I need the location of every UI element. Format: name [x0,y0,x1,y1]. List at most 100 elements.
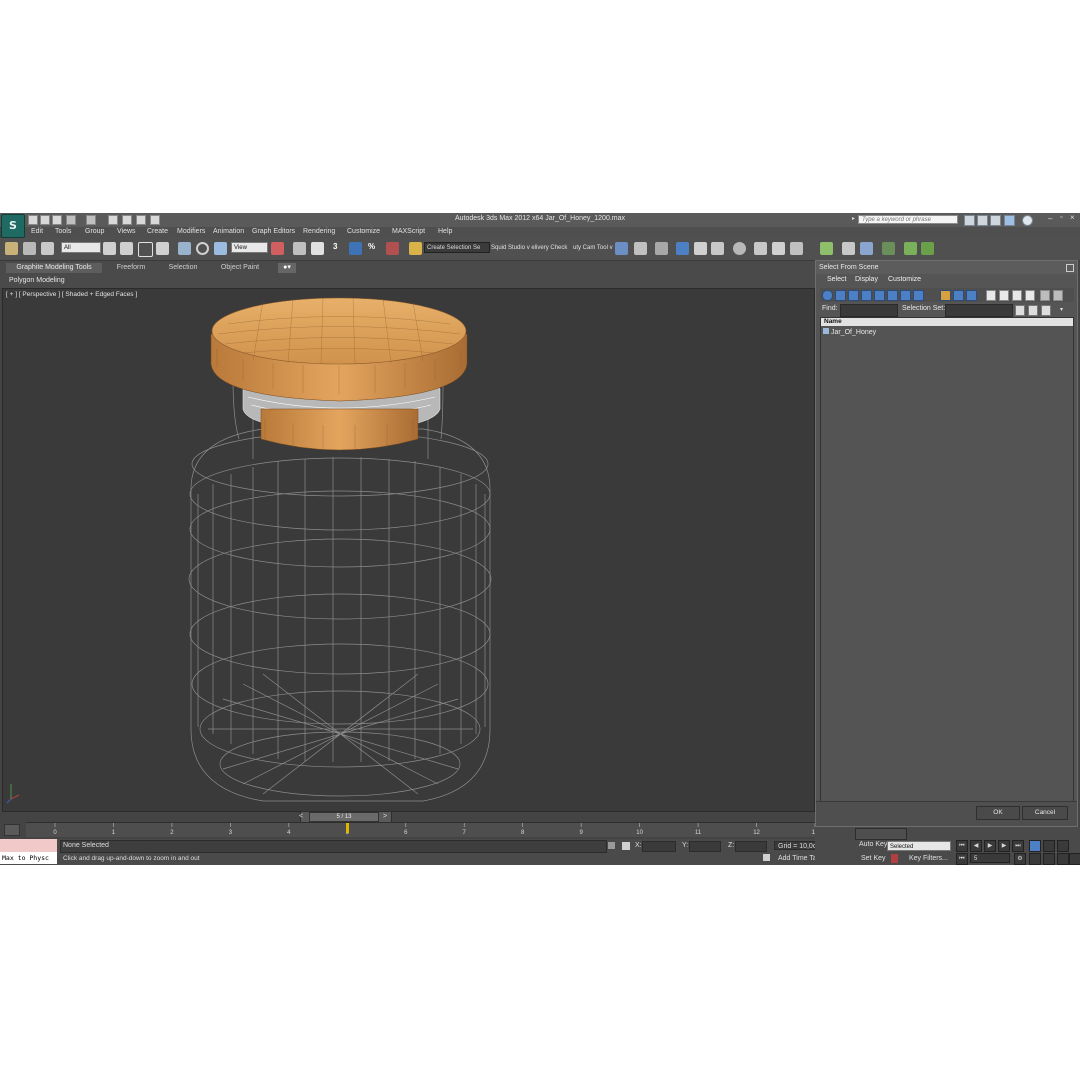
display-panel-icon[interactable] [904,242,917,255]
viewport-label[interactable]: [ + ] [ Perspective ] [ Shaded + Edged F… [6,291,137,298]
z-coordinate-field[interactable] [735,841,767,852]
menu-animation[interactable]: Animation [213,228,244,235]
mirror-icon[interactable] [615,242,628,255]
menu-group[interactable]: Group [85,228,104,235]
display-children-icon[interactable] [986,290,996,301]
restore-icon[interactable]: ▫ [1060,214,1062,221]
set-key-icon[interactable] [891,854,898,863]
perspective-viewport[interactable]: [ + ] [ Perspective ] [ Shaded + Edged F… [2,288,815,812]
filter-bones-icon[interactable] [940,290,951,301]
selection-filter-dropdown[interactable]: All [61,242,101,253]
current-frame-field[interactable]: 5 [970,853,1010,863]
edit-selection-set-icon[interactable] [1028,305,1038,316]
filter-lights-icon[interactable] [848,290,859,301]
window-crossing-icon[interactable] [156,242,169,255]
menu-create[interactable]: Create [147,228,168,235]
track-bar[interactable]: 012345678910111213 [26,822,816,837]
selection-lock-icon[interactable] [608,842,615,849]
menu-maxscript[interactable]: MAXScript [392,228,425,235]
cancel-button[interactable]: Cancel [1022,806,1068,820]
select-and-scale-icon[interactable] [214,242,227,255]
render-setup-icon[interactable] [754,242,767,255]
set-key-button[interactable]: Set Key [861,855,886,862]
reference-coordinate-dropdown[interactable]: View [231,242,268,253]
use-pivot-center-icon[interactable] [271,242,284,255]
help-icon[interactable] [1022,215,1033,226]
spinner-snap-icon[interactable] [386,242,399,255]
go-to-end-icon[interactable]: ⏭ [1012,840,1024,852]
x-coordinate-field[interactable] [642,841,676,852]
list-item[interactable]: Jar_Of_Honey [823,328,876,336]
scene-object-list[interactable]: Name Jar_Of_Honey [820,317,1074,802]
find-input[interactable] [840,304,898,317]
maxscript-listener-output[interactable] [0,839,57,852]
key-mode-toggle-icon[interactable]: ⏮ [956,853,968,865]
select-dependents-icon[interactable] [1012,290,1022,301]
maximize-viewport-icon[interactable] [1069,853,1080,865]
motion-panel-icon[interactable] [882,242,895,255]
absolute-mode-icon[interactable] [622,842,630,850]
menu-modifiers[interactable]: Modifiers [177,228,205,235]
time-configuration-icon[interactable]: ⚙ [1014,853,1026,865]
play-icon[interactable]: ▶ [984,840,996,852]
schematic-view-icon[interactable] [711,242,724,255]
search-arrow-icon[interactable]: ▸ [852,215,855,222]
hierarchy-panel-icon[interactable] [860,242,873,255]
menu-edit[interactable]: Edit [31,228,43,235]
time-slider-next[interactable]: > [383,813,387,820]
dialog-menu-customize[interactable]: Customize [888,276,921,283]
panel-polygon-modeling[interactable]: Polygon Modeling [9,277,65,284]
tab-selection[interactable]: Selection [160,263,206,273]
orbit-icon[interactable] [1057,853,1069,865]
curve-editor-icon[interactable] [694,242,707,255]
time-slider-thumb[interactable]: 5 / 13 [309,812,379,822]
y-coordinate-field[interactable] [689,841,721,852]
rectangular-selection-icon[interactable] [138,242,153,257]
dialog-menu-select[interactable]: Select [827,276,846,283]
jar-of-honey-model[interactable] [3,289,814,811]
snaps-toggle-icon[interactable]: 3 [333,242,337,251]
select-object-icon[interactable] [103,242,116,255]
filter-xrefs-icon[interactable] [913,290,924,301]
create-selection-set-icon[interactable] [1015,305,1025,316]
toolbar-expand-icon[interactable]: ▾ [1060,306,1063,313]
column-header-name[interactable]: Name [821,318,1073,326]
close-icon[interactable]: × [1070,213,1075,222]
edit-named-selection-icon[interactable] [409,242,422,255]
delete-selection-set-icon[interactable] [1041,305,1051,316]
select-by-name-icon[interactable] [120,242,133,255]
auto-key-button[interactable]: Auto Key [859,841,887,848]
filter-space-warps-icon[interactable] [887,290,898,301]
create-panel-icon[interactable] [820,242,833,255]
angle-snap-icon[interactable] [349,242,362,255]
minimize-icon[interactable]: – [1048,214,1052,223]
tab-freeform[interactable]: Freeform [108,263,154,273]
display-influences-icon[interactable] [999,290,1009,301]
next-frame-icon[interactable]: ▶ [998,840,1010,852]
bind-to-space-warp-icon[interactable] [41,242,54,255]
previous-frame-icon[interactable]: ◀ [970,840,982,852]
select-and-rotate-icon[interactable] [196,242,209,255]
menu-tools[interactable]: Tools [55,228,71,235]
filter-cameras-icon[interactable] [861,290,872,301]
ribbon-options-icon[interactable]: ●▾ [278,263,296,273]
filter-helpers-icon[interactable] [874,290,885,301]
menu-views[interactable]: Views [117,228,136,235]
render-production-icon[interactable] [790,242,803,255]
select-and-link-icon[interactable] [5,242,18,255]
layer-manager-icon[interactable] [655,242,668,255]
zoom-icon[interactable] [1029,840,1041,852]
zoom-all-icon[interactable] [1043,840,1055,852]
filter-funnel-icon[interactable] [1040,290,1050,301]
plugin-cam-tool[interactable]: uty Cam Tool v [573,245,613,251]
menu-help[interactable]: Help [438,228,452,235]
pan-view-icon[interactable] [1043,853,1055,865]
align-icon[interactable] [634,242,647,255]
tools-icon[interactable] [977,215,988,226]
filter-groups-icon[interactable] [900,290,911,301]
select-and-manipulate-icon[interactable] [293,242,306,255]
maxscript-listener-input[interactable]: Max to Physc [0,852,57,864]
tab-graphite-modeling-tools[interactable]: Graphite Modeling Tools [6,263,102,273]
mini-curve-editor-icon[interactable] [4,824,20,836]
filter-shapes-icon[interactable] [835,290,846,301]
